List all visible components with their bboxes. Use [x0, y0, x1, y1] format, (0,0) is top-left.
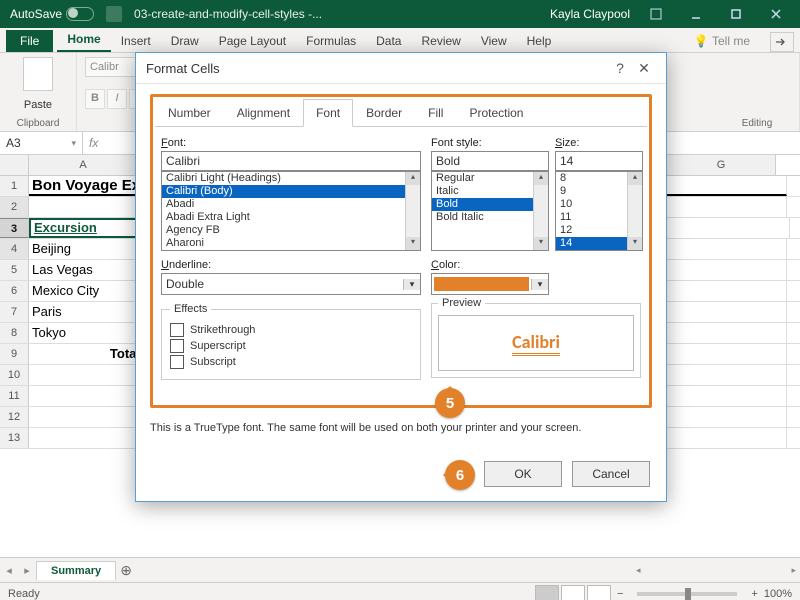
dialog-title: Format Cells [146, 61, 220, 76]
dtab-font[interactable]: Font [303, 99, 353, 127]
color-swatch [434, 277, 529, 291]
font-input[interactable]: Calibri [161, 151, 421, 171]
font-label: Font: [161, 137, 421, 149]
tutorial-highlight: Number Alignment Font Border Fill Protec… [150, 94, 652, 408]
size-listbox[interactable]: 8 9 10 11 12 14 ▴▾ [555, 171, 643, 251]
font-style-input[interactable]: Bold [431, 151, 549, 171]
size-input[interactable]: 14 [555, 151, 643, 171]
effects-group: Effects Strikethrough Superscript Subscr… [161, 303, 421, 380]
font-listbox[interactable]: Calibri Light (Headings) Calibri (Body) … [161, 171, 421, 251]
dtab-protection[interactable]: Protection [456, 99, 536, 127]
size-label: Size: [555, 137, 643, 149]
font-style-listbox[interactable]: Regular Italic Bold Bold Italic ▴▾ [431, 171, 549, 251]
subscript-checkbox[interactable]: Subscript [170, 355, 412, 369]
dialog-close-icon[interactable]: ✕ [632, 60, 656, 77]
dtab-fill[interactable]: Fill [415, 99, 456, 127]
strikethrough-checkbox[interactable]: Strikethrough [170, 323, 412, 337]
dtab-alignment[interactable]: Alignment [224, 99, 303, 127]
dtab-border[interactable]: Border [353, 99, 415, 127]
color-combo[interactable]: ▾ [431, 273, 549, 295]
font-style-label: Font style: [431, 137, 549, 149]
underline-label: Underline: [161, 259, 421, 271]
format-cells-dialog: Format Cells ? ✕ Number Alignment Font B… [135, 52, 667, 502]
preview-text: Calibri [512, 331, 560, 356]
font-hint: This is a TrueType font. The same font w… [150, 422, 652, 434]
preview-group: Preview Calibri [431, 297, 641, 378]
callout-5: 5 [435, 388, 465, 418]
dialog-help-icon[interactable]: ? [608, 60, 632, 76]
superscript-checkbox[interactable]: Superscript [170, 339, 412, 353]
ok-button[interactable]: OK [484, 461, 562, 487]
underline-combo[interactable]: Double▾ [161, 273, 421, 295]
callout-6: 6 [445, 460, 475, 490]
color-label: Color: [431, 259, 549, 271]
dtab-number[interactable]: Number [155, 99, 224, 127]
dialog-tabs: Number Alignment Font Border Fill Protec… [155, 99, 647, 127]
cancel-button[interactable]: Cancel [572, 461, 650, 487]
